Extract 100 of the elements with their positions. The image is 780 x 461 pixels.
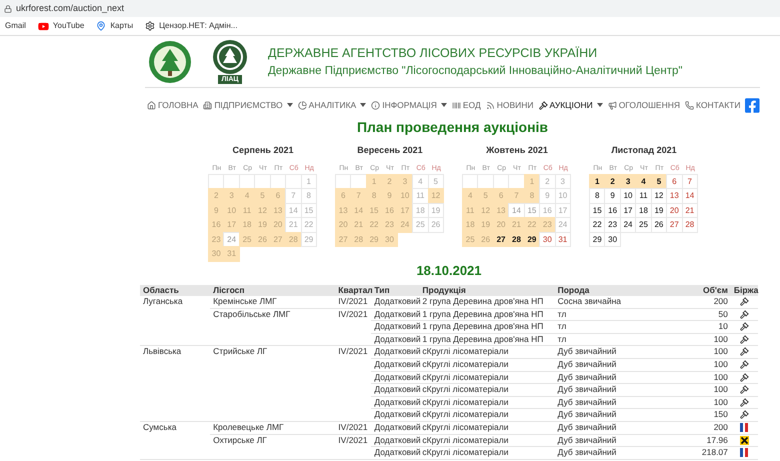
lock-icon bbox=[4, 4, 12, 12]
calendar-day[interactable]: 30 bbox=[381, 232, 398, 247]
gavel-icon bbox=[740, 372, 749, 382]
barcode-icon bbox=[452, 100, 461, 110]
table-cell: Кролевецьке ЛМГ bbox=[213, 422, 284, 432]
table-cell: тл bbox=[558, 308, 566, 319]
gavel-icon bbox=[740, 410, 749, 420]
flag-icon bbox=[740, 423, 748, 432]
table-cell: Дуб звичайний bbox=[558, 434, 616, 445]
table-cell: сКруглі лісоматеріали bbox=[422, 372, 508, 382]
megaphone-icon bbox=[608, 100, 617, 110]
table-cell: 200 bbox=[714, 296, 728, 306]
flag-icon bbox=[740, 448, 748, 458]
column-header: Лісгосп bbox=[210, 284, 336, 296]
table-cell: Дуб звичайний bbox=[558, 359, 616, 370]
table-cell: сКруглі лісоматеріали bbox=[422, 346, 508, 356]
column-header: Область bbox=[140, 284, 210, 296]
table-cell: 1 група Деревина дров'яна НП bbox=[422, 334, 544, 344]
address-bar[interactable]: ukrforest.com/auction_next bbox=[0, 0, 780, 17]
calendar-day[interactable]: 30 bbox=[208, 246, 224, 262]
table-cell: 100 bbox=[714, 359, 728, 370]
table-cell: IV/2021 bbox=[338, 308, 368, 319]
table-cell: IV/2021 bbox=[338, 296, 368, 306]
gear-tree-logo bbox=[210, 39, 250, 75]
nav-link[interactable]: ІНФОРМАЦІЯ bbox=[371, 98, 447, 112]
pie-chart-icon bbox=[298, 100, 307, 110]
calendar-day[interactable]: 25 bbox=[412, 217, 429, 232]
bookmark-link[interactable]: Цензор.НЕТ: Адмін... bbox=[159, 20, 238, 32]
rss-icon bbox=[486, 100, 495, 110]
column-header: Продукція bbox=[419, 284, 555, 296]
nav-link[interactable]: ЕОД bbox=[452, 98, 481, 112]
table-cell: Додатковий bbox=[374, 334, 421, 344]
table-cell: тл bbox=[558, 334, 566, 344]
gavel-icon bbox=[740, 360, 749, 370]
calendar-day[interactable]: 28 bbox=[682, 217, 698, 232]
gavel-icon bbox=[740, 385, 749, 394]
table-cell: Старобільське ЛМГ bbox=[213, 308, 290, 319]
info-icon bbox=[371, 100, 380, 110]
table-cell: 1 група Деревина дров'яна НП bbox=[422, 308, 544, 319]
calendar-day[interactable]: 30 bbox=[604, 232, 621, 247]
column-header: Об'єм bbox=[682, 284, 731, 296]
bookmark-link[interactable]: Карты bbox=[110, 20, 134, 32]
table-cell: IV/2021 bbox=[338, 422, 368, 432]
gavel-icon bbox=[740, 322, 749, 332]
calendar-day[interactable]: 26 bbox=[428, 217, 444, 232]
table-cell: Дуб звичайний bbox=[558, 409, 616, 420]
table-cell: Додатковий bbox=[374, 396, 421, 407]
table-cell: Додатковий bbox=[374, 372, 421, 382]
column-header: Квартал bbox=[335, 284, 372, 296]
bookmark-link[interactable]: Gmail bbox=[5, 20, 26, 32]
table-cell: Дуб звичайний bbox=[558, 396, 616, 407]
nav-link[interactable]: ОГОЛОШЕННЯ bbox=[608, 98, 680, 112]
phone-icon bbox=[685, 100, 694, 110]
month-title: Жовтень 2021 bbox=[486, 144, 548, 157]
column-header: Біржа bbox=[730, 284, 758, 296]
nav-link[interactable]: НОВИНИ bbox=[486, 98, 534, 112]
table-cell: Додатковий bbox=[374, 308, 421, 319]
table-cell: сКруглі лісоматеріали bbox=[422, 422, 508, 432]
table-cell: сКруглі лісоматеріали bbox=[422, 447, 508, 458]
gear-icon bbox=[145, 21, 156, 31]
nav-link[interactable]: АУКЦІОНИ bbox=[538, 98, 603, 112]
nav-link[interactable]: КОНТАКТИ bbox=[685, 98, 740, 112]
auction-date: 18.10.2021 bbox=[416, 262, 482, 280]
table-cell: Додатковий bbox=[374, 296, 421, 306]
table-cell: IV/2021 bbox=[338, 346, 368, 356]
month-title: Вересень 2021 bbox=[357, 144, 423, 157]
page-title: План проведення аукціонів bbox=[356, 118, 550, 137]
table-cell: Додатковий bbox=[374, 422, 421, 432]
table-cell: Додатковий bbox=[374, 384, 421, 394]
table-cell: сКруглі лісоматеріали bbox=[422, 384, 508, 394]
table-cell: 17.96 bbox=[706, 434, 728, 445]
youtube-icon bbox=[38, 20, 49, 32]
table-cell: Львівська bbox=[143, 346, 182, 356]
table-cell: Додатковий bbox=[374, 321, 421, 332]
table-cell: Додатковий bbox=[374, 359, 421, 370]
bookmark-link[interactable]: YouTube bbox=[52, 20, 84, 32]
gavel-icon bbox=[740, 310, 749, 319]
month-title: Серпень 2021 bbox=[232, 144, 294, 157]
table-cell: Додатковий bbox=[374, 409, 421, 420]
calendar-day[interactable]: 31 bbox=[223, 246, 240, 262]
nav-link[interactable]: ПІДПРИЄМСТВО bbox=[203, 98, 293, 112]
calendar-day[interactable]: 1 bbox=[300, 174, 317, 189]
table-cell: 2 група Деревина дров'яна НП bbox=[422, 296, 544, 306]
table-cell: 218.07 bbox=[702, 447, 728, 458]
gavel-icon bbox=[740, 334, 749, 344]
url-text: ukrforest.com/auction_next bbox=[16, 2, 124, 15]
table-cell: сКруглі лісоматеріали bbox=[422, 359, 508, 370]
table-cell: 200 bbox=[714, 422, 728, 432]
table-cell: Додатковий bbox=[374, 434, 421, 445]
table-cell: 100 bbox=[714, 346, 728, 356]
nav-link[interactable]: ГОЛОВНА bbox=[147, 98, 198, 112]
table-cell: Дуб звичайний bbox=[558, 346, 616, 356]
table-cell: 1 група Деревина дров'яна НП bbox=[422, 321, 544, 332]
building-icon bbox=[203, 100, 212, 110]
table-cell: Кремінське ЛМГ bbox=[213, 296, 277, 306]
table-cell: Сосна звичайна bbox=[558, 296, 622, 306]
gavel-icon bbox=[740, 347, 749, 356]
nav-link[interactable]: АНАЛІТИКА bbox=[298, 98, 366, 112]
facebook-icon[interactable] bbox=[745, 96, 760, 114]
table-cell: 150 bbox=[714, 409, 728, 420]
